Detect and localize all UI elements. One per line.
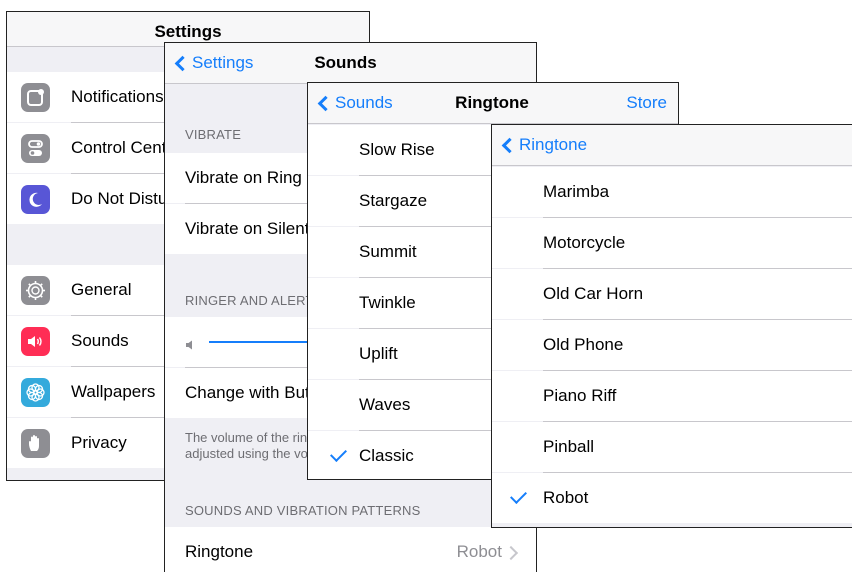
settings-row-label: General	[71, 280, 132, 299]
list-item[interactable]: Piano Riff	[492, 371, 852, 421]
notifications-icon	[21, 83, 50, 112]
hand-icon	[21, 429, 50, 458]
flower-icon	[21, 378, 50, 407]
list-item-label: Motorcycle	[543, 233, 626, 252]
list-item-label: Slow Rise	[359, 140, 435, 159]
settings-row-label: Notifications	[71, 87, 164, 106]
list-item[interactable]: Marimba	[492, 167, 852, 217]
chevron-left-icon	[501, 137, 518, 153]
ringtone-row[interactable]: Ringtone Robot	[165, 527, 536, 572]
checkmark-icon	[330, 445, 347, 462]
row-label: Vibrate on Silent	[185, 219, 310, 238]
row-label: Ringtone	[185, 542, 254, 561]
list-item-label: Twinkle	[359, 293, 416, 312]
list-item-label: Stargaze	[359, 191, 428, 210]
back-label: Ringtone	[519, 135, 588, 154]
list-item[interactable]: Pinball	[492, 422, 852, 472]
list-item[interactable]: Old Car Horn	[492, 269, 852, 319]
moon-icon	[21, 185, 50, 214]
gear-icon	[21, 276, 50, 305]
control-center-icon	[21, 134, 50, 163]
list-item-label: Classic	[359, 446, 414, 465]
list-item[interactable]: Robot	[492, 473, 852, 523]
sounds-title: Sounds	[314, 53, 377, 72]
patterns-section-header: SOUNDS AND VIBRATION PATTERNS	[185, 503, 421, 518]
checkmark-icon	[510, 487, 527, 504]
ringer-section-header: RINGER AND ALERTS	[185, 293, 323, 308]
sounds-navbar: Settings Sounds	[165, 43, 536, 84]
list-item-label: Pinball	[543, 437, 595, 456]
list-item-label: Old Phone	[543, 335, 624, 354]
list-item[interactable]: Motorcycle	[492, 218, 852, 268]
list-item-label: Piano Riff	[543, 386, 617, 405]
list-item-label: Marimba	[543, 182, 610, 201]
row-label: Vibrate on Ring	[185, 168, 302, 187]
store-button[interactable]: Store	[626, 83, 667, 123]
chevron-right-icon	[503, 545, 519, 561]
list-item-label: Summit	[359, 242, 417, 261]
list-item-label: Robot	[543, 488, 589, 507]
ringtone-value: Robot	[456, 542, 502, 561]
list-item-label: Waves	[359, 395, 411, 414]
speaker-low-icon	[185, 336, 197, 356]
classic-panel: Ringtone Marimba Motorcycle Old Car Horn Ol…	[491, 124, 852, 528]
settings-row-label: Privacy	[71, 433, 127, 452]
vibrate-section-header: VIBRATE	[185, 127, 242, 142]
settings-row-label: Sounds	[71, 331, 129, 350]
classic-navbar: Ringtone	[492, 125, 852, 166]
settings-row-label: Wallpapers	[71, 382, 156, 401]
ringtone-navbar: Sounds Ringtone Store	[308, 83, 678, 124]
list-item-label: Old Car Horn	[543, 284, 644, 303]
list-item[interactable]: Old Phone	[492, 320, 852, 370]
speaker-icon	[21, 327, 50, 356]
ringtone-title: Ringtone	[455, 93, 529, 112]
back-button[interactable]: Ringtone	[501, 125, 588, 165]
list-item-label: Uplift	[359, 344, 398, 363]
